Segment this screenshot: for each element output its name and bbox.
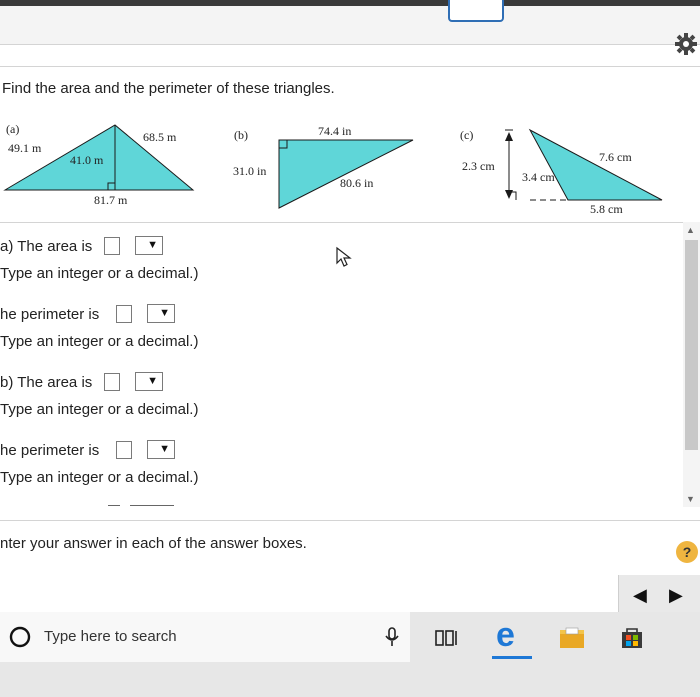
chevron-down-icon: ▼ xyxy=(147,239,158,251)
scrollbar[interactable]: ▲ ▼ xyxy=(683,222,700,507)
answer-b-perimeter-label: he perimeter is xyxy=(0,442,100,459)
answer-a-perimeter-input[interactable] xyxy=(116,305,132,323)
fig-b-left: 31.0 in xyxy=(233,164,267,178)
fig-b-label: (b) xyxy=(234,128,248,142)
triangle-b-figure xyxy=(278,139,414,209)
fig-a-side-right: 68.5 m xyxy=(143,130,177,144)
mouse-cursor-icon xyxy=(336,246,352,267)
answer-b-area-label: b) The area is xyxy=(0,374,93,391)
fig-c-label: (c) xyxy=(460,128,474,142)
fig-c-side: 7.6 cm xyxy=(599,150,632,164)
fig-c-base: 5.8 cm xyxy=(590,202,623,216)
scroll-down-icon[interactable]: ▼ xyxy=(686,494,695,504)
top-button[interactable] xyxy=(448,0,504,22)
file-explorer-icon[interactable] xyxy=(558,626,586,650)
fig-a-base: 81.7 m xyxy=(94,193,128,207)
next-arrow-icon[interactable]: ▶ xyxy=(669,585,683,606)
question-prompt: Find the area and the perimeter of these… xyxy=(2,80,335,97)
partial-dash xyxy=(130,505,174,506)
answer-a-area-hint: Type an integer or a decimal.) xyxy=(0,265,199,282)
settings-gear-icon[interactable] xyxy=(674,32,698,56)
answer-a-perimeter-unit-dropdown[interactable]: ▼ xyxy=(147,304,175,323)
answer-a-perimeter-hint: Type an integer or a decimal.) xyxy=(0,333,199,350)
fig-a-label: (a) xyxy=(6,122,20,136)
fig-a-side-left: 49.1 m xyxy=(8,141,42,155)
triangle-c-shape xyxy=(528,128,663,201)
answer-a-area-input[interactable] xyxy=(104,237,120,255)
top-bar xyxy=(0,0,700,44)
answer-b-perimeter-input[interactable] xyxy=(116,441,132,459)
header-divider xyxy=(0,66,700,67)
height-arrow-up xyxy=(505,132,513,141)
answer-a-perimeter-label: he perimeter is xyxy=(0,306,100,323)
figures-divider xyxy=(0,222,683,223)
fig-b-hyp: 80.6 in xyxy=(340,176,374,190)
chevron-down-icon: ▼ xyxy=(159,307,170,319)
fig-a-height: 41.0 m xyxy=(70,153,104,167)
help-icon[interactable]: ? xyxy=(676,541,698,563)
cortana-circle-icon[interactable] xyxy=(8,625,32,649)
triangle-c-figure xyxy=(505,128,663,201)
scroll-up-icon[interactable]: ▲ xyxy=(686,225,695,235)
edge-browser-icon[interactable]: e xyxy=(496,618,515,652)
answer-b-area-unit-dropdown[interactable]: ▼ xyxy=(135,372,163,391)
scrollbar-thumb[interactable] xyxy=(685,240,698,450)
microphone-icon[interactable] xyxy=(384,626,400,648)
top-divider xyxy=(0,44,700,45)
active-app-indicator xyxy=(492,656,532,659)
answer-b-area-input[interactable] xyxy=(104,373,120,391)
taskbar: Type here to search e xyxy=(0,612,700,697)
enter-answer-hint: nter your answer in each of the answer b… xyxy=(0,535,307,552)
taskbar-search[interactable]: Type here to search xyxy=(0,612,410,662)
height-arrow-down xyxy=(505,190,513,199)
answer-a-area-unit-dropdown[interactable]: ▼ xyxy=(135,236,163,255)
answer-b-area-hint: Type an integer or a decimal.) xyxy=(0,401,199,418)
question-nav: ◀ ▶ xyxy=(618,575,700,617)
task-view-icon[interactable] xyxy=(434,627,458,649)
partial-dash xyxy=(108,505,120,506)
store-icon[interactable] xyxy=(618,624,646,652)
search-placeholder[interactable]: Type here to search xyxy=(44,628,177,645)
footer-divider xyxy=(0,520,700,521)
chevron-down-icon: ▼ xyxy=(147,375,158,387)
fig-b-top: 74.4 in xyxy=(318,124,352,138)
top-dark-strip xyxy=(0,0,700,6)
answer-b-perimeter-hint: Type an integer or a decimal.) xyxy=(0,469,199,486)
fig-c-left-side: 3.4 cm xyxy=(522,170,555,184)
triangle-b-shape xyxy=(278,139,414,209)
answer-b-perimeter-unit-dropdown[interactable]: ▼ xyxy=(147,440,175,459)
fig-c-height: 2.3 cm xyxy=(462,159,495,173)
chevron-down-icon: ▼ xyxy=(159,443,170,455)
answer-a-area-label: a) The area is xyxy=(0,238,93,255)
prev-arrow-icon[interactable]: ◀ xyxy=(633,585,647,606)
